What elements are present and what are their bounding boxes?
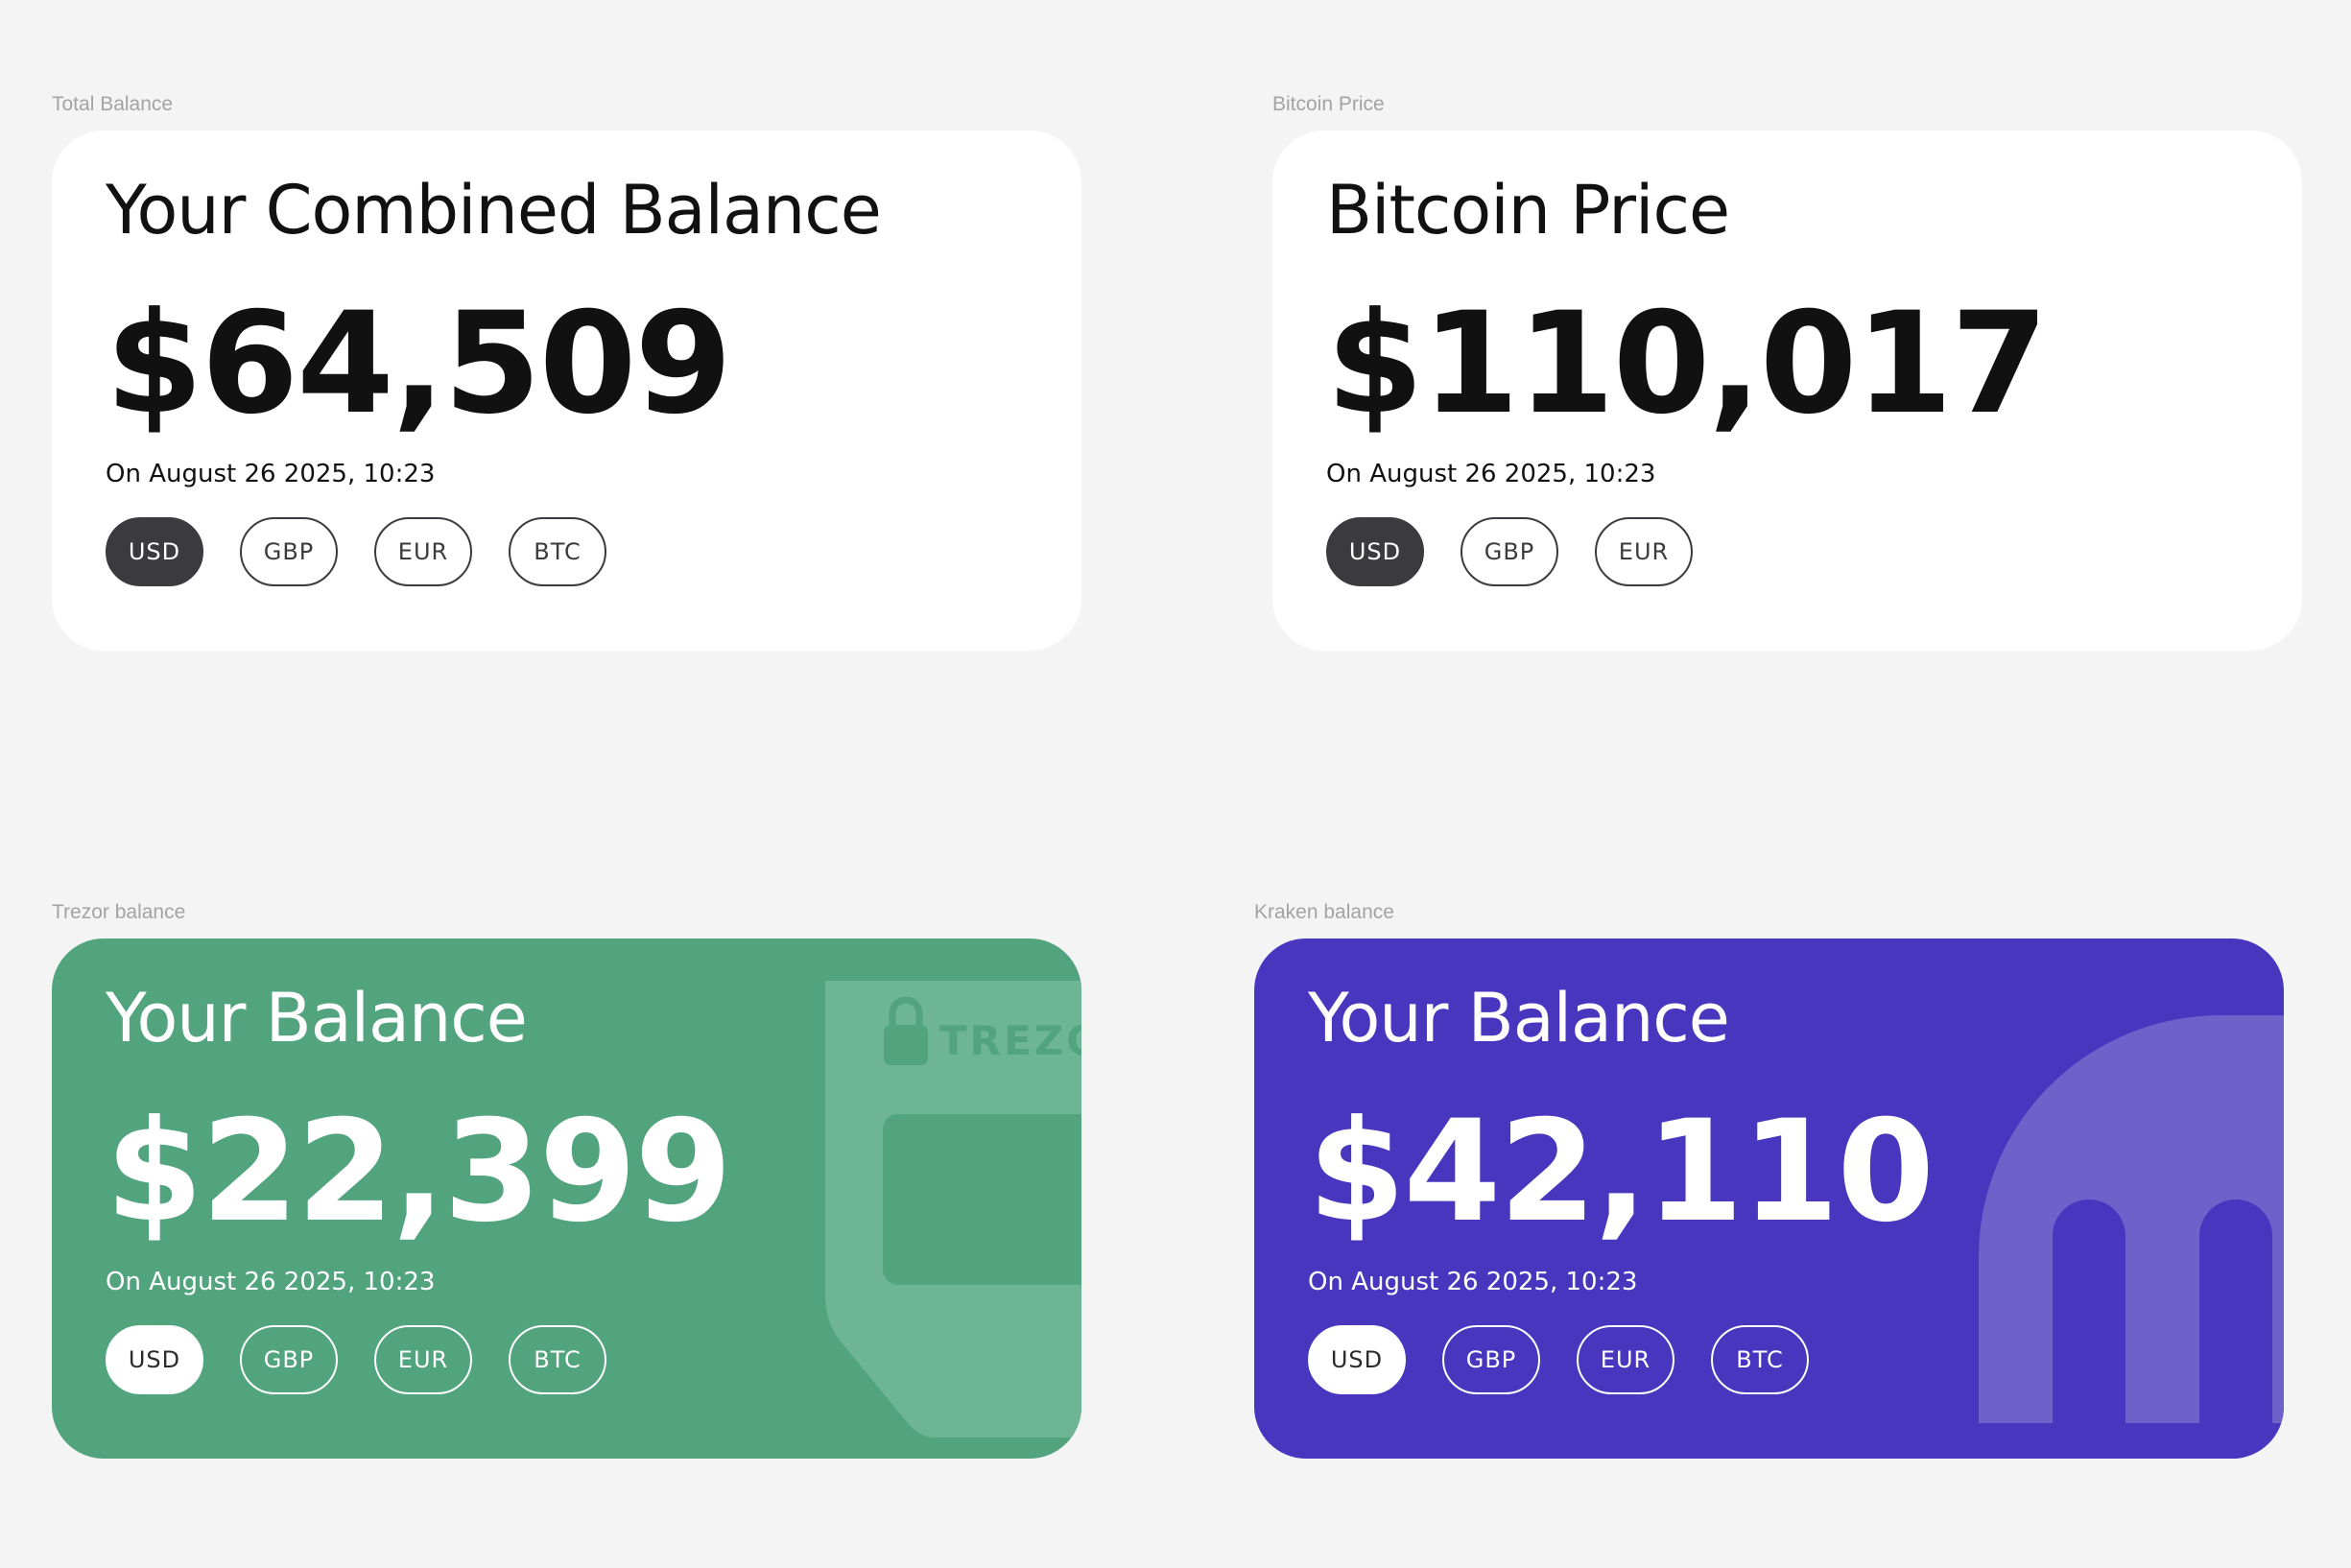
currency-usd-button[interactable]: USD [1308, 1325, 1406, 1394]
currency-eur-button[interactable]: EUR [374, 517, 472, 586]
trezor-logo-text: TREZOR [939, 1017, 1081, 1064]
balance-timestamp: On August 26 2025, 10:23 [106, 460, 436, 488]
bitcoin-price-card: Bitcoin Price $110,017 On August 26 2025… [1272, 131, 2302, 651]
currency-usd-button[interactable]: USD [106, 1325, 203, 1394]
trezor-balance-card: TREZOR Your Balance $22,399 On August 26… [52, 938, 1081, 1459]
currency-btc-button[interactable]: BTC [509, 517, 606, 586]
total-balance-card: Your Combined Balance $64,509 On August … [52, 131, 1081, 651]
widget-caption-kraken-balance: Kraken balance [1254, 901, 1394, 923]
currency-btc-button[interactable]: BTC [509, 1325, 606, 1394]
currency-gbp-button[interactable]: GBP [1460, 517, 1558, 586]
currency-gbp-button[interactable]: GBP [240, 1325, 338, 1394]
card-title: Your Balance [1308, 979, 1730, 1057]
widget-caption-trezor-balance: Trezor balance [52, 901, 186, 923]
card-title: Your Combined Balance [106, 171, 882, 249]
balance-timestamp: On August 26 2025, 10:23 [1308, 1268, 1638, 1296]
price-amount: $110,017 [1326, 282, 2049, 445]
balance-timestamp: On August 26 2025, 10:23 [106, 1268, 436, 1296]
currency-eur-button[interactable]: EUR [374, 1325, 472, 1394]
currency-selector: USD GBP EUR BTC [106, 517, 606, 586]
price-timestamp: On August 26 2025, 10:23 [1326, 460, 1656, 488]
currency-eur-button[interactable]: EUR [1595, 517, 1693, 586]
card-title: Bitcoin Price [1326, 171, 1730, 249]
card-title: Your Balance [106, 979, 528, 1057]
currency-usd-button[interactable]: USD [106, 517, 203, 586]
currency-btc-button[interactable]: BTC [1711, 1325, 1809, 1394]
widget-caption-bitcoin-price: Bitcoin Price [1272, 93, 1385, 115]
balance-amount: $22,399 [106, 1090, 732, 1253]
balance-amount: $64,509 [106, 282, 732, 445]
currency-gbp-button[interactable]: GBP [240, 517, 338, 586]
widget-caption-total-balance: Total Balance [52, 93, 174, 115]
kraken-balance-card: Your Balance $42,110 On August 26 2025, … [1254, 938, 2284, 1459]
currency-selector: USD GBP EUR BTC [106, 1325, 606, 1394]
balance-amount: $42,110 [1308, 1090, 1935, 1253]
currency-usd-button[interactable]: USD [1326, 517, 1424, 586]
currency-gbp-button[interactable]: GBP [1442, 1325, 1540, 1394]
currency-selector: USD GBP EUR [1326, 517, 1693, 586]
currency-selector: USD GBP EUR BTC [1308, 1325, 1809, 1394]
currency-eur-button[interactable]: EUR [1577, 1325, 1674, 1394]
